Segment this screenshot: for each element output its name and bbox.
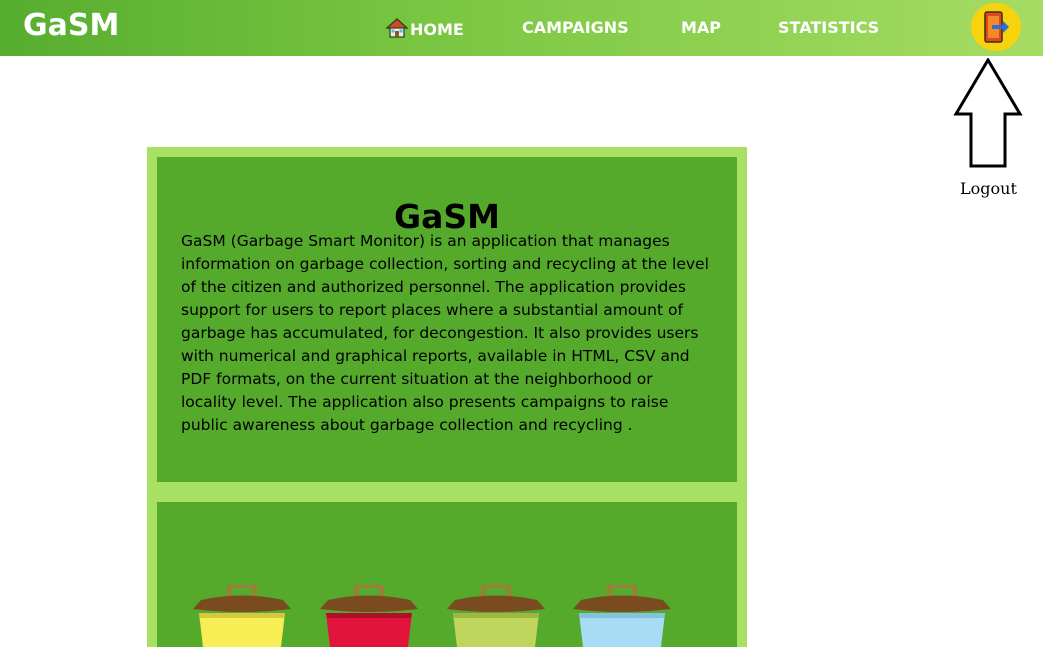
nav-map[interactable]: MAP bbox=[681, 18, 721, 38]
info-description: GaSM (Garbage Smart Monitor) is an appli… bbox=[181, 232, 709, 434]
up-arrow-annotation bbox=[953, 58, 1023, 168]
nav-statistics[interactable]: STATISTICS bbox=[778, 18, 879, 38]
top-navbar: GaSM HOME CAMPAIGNS MAP STATISTICS bbox=[0, 0, 1043, 56]
nav-campaigns[interactable]: CAMPAIGNS bbox=[522, 18, 629, 38]
content-panel: GaSM GaSM (Garbage Smart Monitor) is an … bbox=[147, 147, 747, 647]
nav-home[interactable]: HOME bbox=[385, 18, 464, 43]
yellow-bin bbox=[193, 585, 291, 647]
home-icon bbox=[385, 18, 409, 43]
logout-button[interactable] bbox=[971, 3, 1021, 51]
nav-home-label: HOME bbox=[410, 20, 464, 39]
blue-bin bbox=[573, 585, 671, 647]
brand-logo[interactable]: GaSM bbox=[23, 7, 119, 45]
olive-bin bbox=[447, 585, 545, 647]
red-bin bbox=[320, 585, 418, 647]
bins-box bbox=[157, 502, 737, 647]
info-box: GaSM GaSM (Garbage Smart Monitor) is an … bbox=[157, 157, 737, 482]
logout-annotation-label: Logout bbox=[960, 179, 1017, 198]
logout-door-icon bbox=[984, 11, 1009, 43]
